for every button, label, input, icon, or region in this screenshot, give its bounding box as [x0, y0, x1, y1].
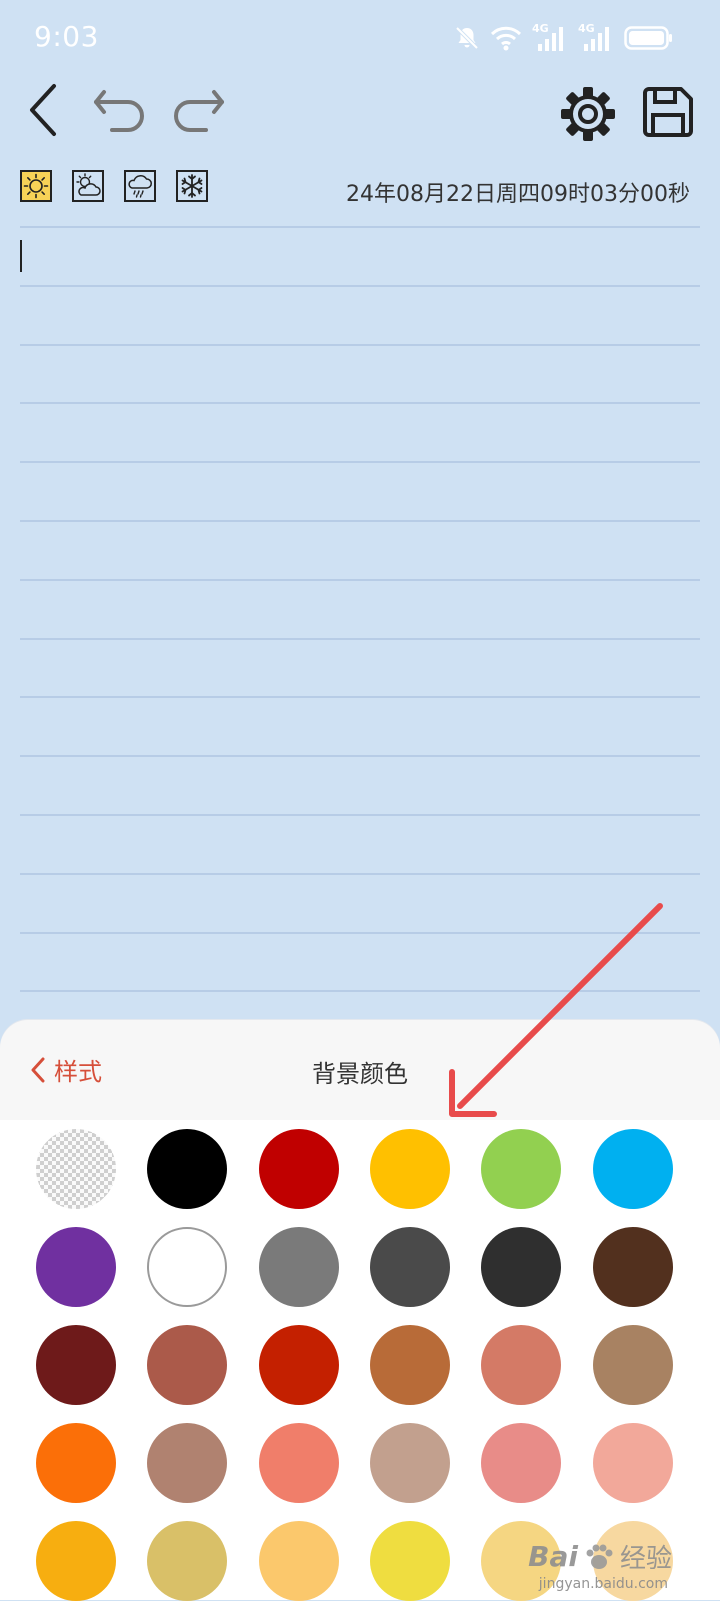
paw-icon [586, 1544, 613, 1569]
note-editor[interactable] [20, 226, 700, 1016]
weather-rain-button[interactable] [124, 170, 156, 202]
ruled-line [20, 520, 700, 522]
ruled-line [20, 990, 700, 993]
color-swatch[interactable] [369, 1325, 450, 1405]
ruled-line [20, 343, 700, 346]
back-icon [30, 84, 56, 136]
color-swatch[interactable] [36, 1325, 116, 1405]
color-swatch[interactable] [369, 1423, 450, 1503]
ruled-line [20, 872, 700, 875]
baidu-watermark: Bai 经验 jingyan.baidu.com [528, 1538, 672, 1592]
settings-icon [561, 87, 615, 141]
color-swatch[interactable] [147, 1423, 228, 1503]
rain-icon [128, 175, 152, 198]
ruled-line [20, 284, 700, 287]
signal-2: 4G [578, 22, 614, 52]
color-swatch[interactable] [592, 1129, 673, 1209]
settings-button[interactable] [558, 84, 618, 144]
ruled-line [20, 461, 700, 464]
color-swatch[interactable] [36, 1423, 116, 1503]
signal-1: 4G [532, 22, 568, 52]
sheet-title: 背景颜色 [312, 1060, 408, 1088]
watermark-url: jingyan.baidu.com [538, 1576, 668, 1592]
signal-bars-icon [538, 27, 563, 51]
redo-icon [174, 90, 224, 132]
color-palette [0, 1120, 720, 1601]
ruled-line [20, 931, 700, 934]
ruled-line [20, 755, 700, 758]
ruled-line [20, 637, 700, 640]
color-swatch[interactable] [258, 1325, 339, 1405]
ruled-line [20, 696, 700, 699]
weather-sunny-button[interactable] [20, 170, 52, 202]
ruled-line [20, 402, 700, 405]
color-swatch[interactable] [147, 1325, 228, 1405]
redo-button[interactable] [170, 84, 226, 138]
color-swatch[interactable] [258, 1423, 339, 1503]
color-swatch[interactable] [592, 1227, 673, 1307]
color-swatch[interactable] [481, 1227, 562, 1307]
color-swatch[interactable] [147, 1521, 228, 1601]
undo-button[interactable] [92, 84, 148, 138]
color-swatch[interactable] [147, 1227, 228, 1307]
watermark-text-2: 经验 [619, 1544, 672, 1574]
ruled-line [20, 814, 700, 816]
color-swatch[interactable] [592, 1423, 673, 1503]
back-button[interactable] [20, 80, 64, 140]
save-button[interactable] [640, 84, 696, 140]
watermark-text: Bai [528, 1540, 578, 1573]
color-swatch[interactable] [369, 1521, 450, 1601]
weather-cloudy-button[interactable] [72, 170, 104, 202]
color-swatch[interactable] [481, 1129, 562, 1209]
status-bar: 9:03 4G 4G [0, 0, 720, 78]
weather-selector [20, 170, 208, 202]
color-swatch[interactable] [481, 1423, 562, 1503]
status-time: 9:03 [34, 20, 99, 53]
ruled-line [20, 578, 700, 581]
color-swatch[interactable] [258, 1129, 339, 1209]
color-swatch[interactable] [36, 1521, 116, 1601]
save-icon [643, 87, 693, 137]
color-swatch[interactable] [369, 1227, 450, 1307]
mute-bell-icon [455, 26, 479, 50]
signal-bars-icon [584, 27, 609, 51]
swatch-transparent[interactable] [36, 1129, 116, 1209]
snow-icon [181, 174, 203, 198]
color-swatch[interactable] [36, 1227, 116, 1307]
color-swatch[interactable] [369, 1129, 450, 1209]
entry-datetime: 24年08月22日周四09时03分00秒 [346, 182, 690, 207]
sunny-icon [23, 173, 49, 199]
color-swatch[interactable] [258, 1227, 339, 1307]
color-swatch[interactable] [481, 1325, 562, 1405]
wifi-icon [490, 26, 522, 51]
weather-snow-button[interactable] [176, 170, 208, 202]
undo-icon [94, 90, 144, 132]
ruled-line [20, 226, 700, 228]
color-swatch[interactable] [147, 1129, 228, 1209]
partly-cloudy-icon [76, 173, 101, 196]
text-cursor [20, 240, 22, 272]
battery-icon [624, 26, 672, 50]
color-swatch[interactable] [592, 1325, 673, 1405]
color-swatch[interactable] [258, 1521, 339, 1601]
status-icons: 4G 4G [454, 22, 674, 54]
